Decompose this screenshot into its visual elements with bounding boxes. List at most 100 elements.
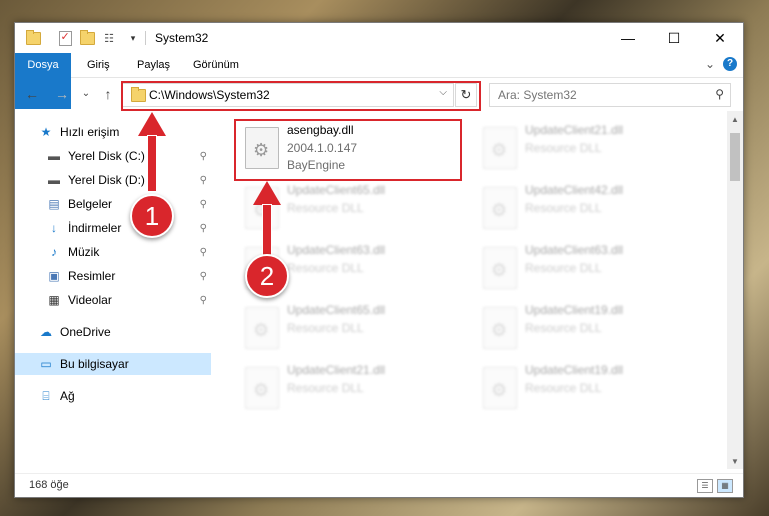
recent-locations-button[interactable]: ⌄ bbox=[77, 88, 95, 99]
file-name: UpdateClient63.dll bbox=[287, 243, 386, 257]
file-version: Resource DLL bbox=[525, 201, 602, 215]
large-icons-view-icon[interactable]: ▦ bbox=[717, 479, 733, 493]
drive-icon: ▬ bbox=[48, 173, 60, 187]
dll-file-icon bbox=[483, 187, 517, 229]
pictures-icon: ▣ bbox=[48, 269, 60, 283]
file-version: Resource DLL bbox=[287, 321, 364, 335]
arrow-1-head bbox=[138, 112, 166, 136]
downloads-icon: ↓ bbox=[51, 221, 57, 235]
sidebar-item[interactable]: ▣ Resimler ⚲ bbox=[15, 265, 211, 287]
tab-view[interactable]: Görünüm bbox=[183, 53, 249, 77]
vertical-scrollbar[interactable]: ▲ ▼ bbox=[727, 111, 743, 469]
sidebar-item-label: Yerel Disk (D:) bbox=[68, 173, 145, 187]
tab-home[interactable]: Giriş bbox=[77, 53, 120, 77]
sidebar-item[interactable]: ▬ Yerel Disk (C:) ⚲ bbox=[15, 145, 211, 167]
help-icon[interactable]: ? bbox=[723, 57, 737, 71]
file-item[interactable]: UpdateClient19.dll Resource DLL bbox=[475, 301, 695, 357]
dll-file-icon bbox=[245, 367, 279, 409]
pin-icon[interactable]: ⚲ bbox=[200, 175, 207, 186]
sidebar-item[interactable]: ♪ Müzik ⚲ bbox=[15, 241, 211, 263]
sidebar-item[interactable]: ▦ Videolar ⚲ bbox=[15, 289, 211, 311]
sidebar-item-label: Belgeler bbox=[68, 197, 113, 211]
sidebar-item[interactable]: ↓ İndirmeler ⚲ bbox=[15, 217, 211, 239]
file-version: Resource DLL bbox=[287, 201, 364, 215]
scroll-down-icon[interactable]: ▼ bbox=[727, 457, 743, 466]
dll-file-icon bbox=[245, 307, 279, 349]
sidebar-item-label: Hızlı erişim bbox=[60, 125, 120, 139]
forward-button[interactable]: → bbox=[53, 86, 71, 102]
documents-icon: ▤ bbox=[48, 197, 60, 211]
arrow-1-shaft bbox=[147, 135, 157, 192]
file-item[interactable]: UpdateClient63.dll Resource DLL bbox=[475, 241, 695, 297]
callout-2: 2 bbox=[245, 254, 289, 298]
file-version: Resource DLL bbox=[525, 261, 602, 275]
pin-icon[interactable]: ⚲ bbox=[200, 295, 207, 306]
sidebar-item-label: Videolar bbox=[68, 293, 112, 307]
onedrive-icon: ☁ bbox=[40, 325, 52, 339]
pin-icon[interactable]: ⚲ bbox=[200, 247, 207, 258]
file-name: UpdateClient19.dll bbox=[525, 303, 624, 317]
star-icon: ★ bbox=[40, 125, 52, 139]
sidebar-item[interactable]: ▤ Belgeler ⚲ bbox=[15, 193, 211, 215]
sidebar-item-label: İndirmeler bbox=[68, 221, 122, 235]
search-input[interactable] bbox=[496, 87, 700, 103]
sidebar-item[interactable]: ☁ OneDrive bbox=[15, 321, 211, 343]
computer-icon: ▭ bbox=[40, 357, 52, 371]
network-icon: ⌸ bbox=[42, 388, 50, 403]
tab-share[interactable]: Paylaş bbox=[127, 53, 180, 77]
maximize-button[interactable]: ☐ bbox=[651, 23, 697, 53]
file-version: Resource DLL bbox=[287, 261, 364, 275]
properties-icon[interactable] bbox=[57, 30, 73, 46]
title-separator bbox=[145, 31, 146, 45]
pin-icon[interactable]: ⚲ bbox=[200, 199, 207, 210]
file-name: UpdateClient21.dll bbox=[525, 123, 624, 137]
back-button[interactable]: ← bbox=[23, 86, 41, 102]
pin-icon[interactable]: ⚲ bbox=[200, 151, 207, 162]
sidebar-item-label: Yerel Disk (C:) bbox=[68, 149, 145, 163]
sidebar-item[interactable]: ▭ Bu bilgisayar bbox=[15, 353, 211, 375]
folder-icon[interactable] bbox=[25, 29, 41, 46]
customize-toolbar-icon[interactable]: ▾ bbox=[125, 30, 141, 46]
arrow-2-head bbox=[253, 181, 281, 205]
dll-file-icon bbox=[483, 367, 517, 409]
file-item[interactable]: UpdateClient21.dll Resource DLL bbox=[237, 361, 457, 417]
file-name: UpdateClient21.dll bbox=[287, 363, 386, 377]
sidebar-item-label: OneDrive bbox=[60, 325, 111, 339]
file-version: Resource DLL bbox=[525, 321, 602, 335]
sidebar-item[interactable]: ▬ Yerel Disk (D:) ⚲ bbox=[15, 169, 211, 191]
sidebar-item-label: Müzik bbox=[68, 245, 100, 259]
file-name: UpdateClient65.dll bbox=[287, 303, 386, 317]
videos-icon: ▦ bbox=[48, 293, 60, 307]
expand-ribbon-icon[interactable]: ⌄ bbox=[705, 57, 715, 71]
new-folder-icon[interactable] bbox=[79, 29, 95, 46]
view-options-icon[interactable]: ☷ bbox=[101, 30, 117, 46]
item-count: 168 öğe bbox=[29, 479, 69, 491]
search-icon[interactable]: ⚲ bbox=[715, 87, 724, 101]
file-name: UpdateClient42.dll bbox=[525, 183, 624, 197]
file-item[interactable]: UpdateClient65.dll Resource DLL bbox=[237, 301, 457, 357]
scroll-thumb[interactable] bbox=[730, 133, 740, 181]
address-highlight-box bbox=[121, 81, 481, 111]
file-version: Resource DLL bbox=[287, 381, 364, 395]
minimize-button[interactable]: — bbox=[605, 23, 651, 53]
file-item[interactable]: UpdateClient21.dll Resource DLL bbox=[475, 121, 695, 177]
window-title: System32 bbox=[155, 31, 209, 45]
file-item[interactable]: UpdateClient42.dll Resource DLL bbox=[475, 181, 695, 237]
navigation-pane: ★ Hızlı erişim ▬ Yerel Disk (C:) ⚲ ▬ Yerel Dis… bbox=[15, 117, 211, 469]
explorer-window: ☷ ▾ System32 — ☐ ✕ Dosya Giriş Paylaş Gö… bbox=[14, 22, 744, 498]
scroll-up-icon[interactable]: ▲ bbox=[727, 115, 743, 124]
file-item[interactable]: UpdateClient19.dll Resource DLL bbox=[475, 361, 695, 417]
arrow-2-shaft bbox=[262, 204, 272, 258]
details-view-icon[interactable]: ☰ bbox=[697, 479, 713, 493]
close-button[interactable]: ✕ bbox=[697, 23, 743, 53]
pin-icon[interactable]: ⚲ bbox=[200, 223, 207, 234]
sidebar-item[interactable]: ★ Hızlı erişim bbox=[15, 121, 211, 143]
search-box[interactable]: ⚲ bbox=[489, 83, 731, 107]
status-bar: 168 öğe ☰ ▦ bbox=[15, 473, 743, 497]
ribbon-tabs: Dosya Giriş Paylaş Görünüm ⌄ ? bbox=[15, 53, 743, 109]
file-name: UpdateClient65.dll bbox=[287, 183, 386, 197]
pin-icon[interactable]: ⚲ bbox=[200, 271, 207, 282]
sidebar-item[interactable]: ⌸ Ağ bbox=[15, 385, 211, 407]
sidebar-item-label: Ağ bbox=[60, 389, 75, 403]
up-button[interactable]: ↑ bbox=[99, 86, 117, 102]
